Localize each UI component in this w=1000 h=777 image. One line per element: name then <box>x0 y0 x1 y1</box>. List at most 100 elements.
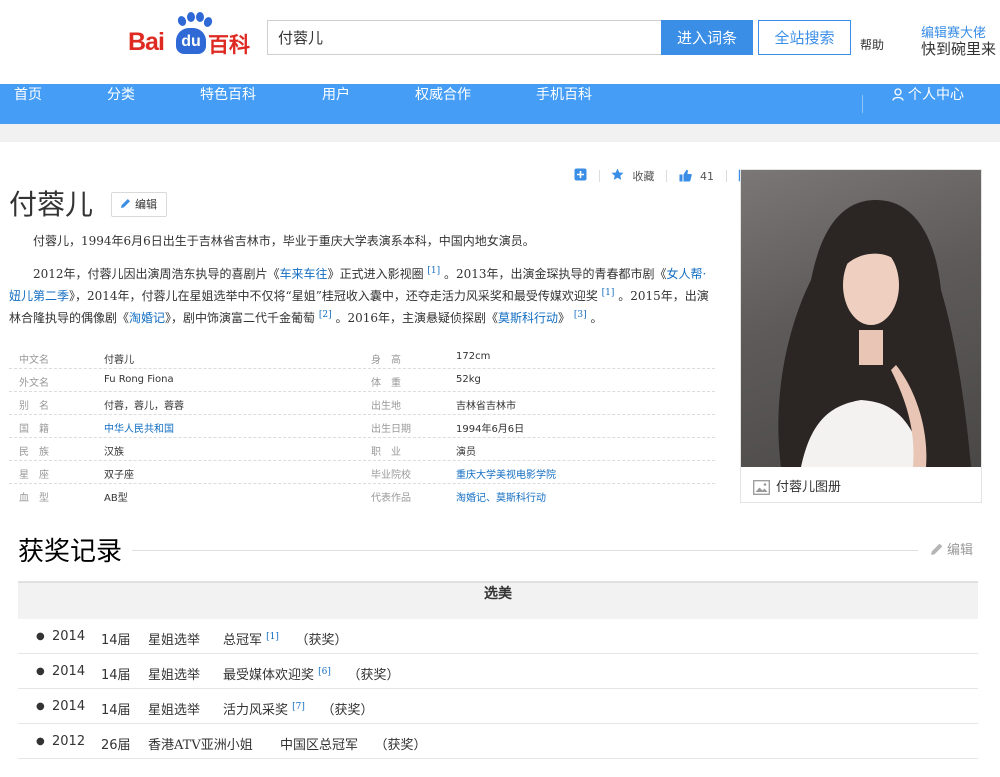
add-icon[interactable] <box>574 168 587 184</box>
info-value: 52kg <box>456 374 481 385</box>
user-icon <box>892 88 904 101</box>
reference-link[interactable]: [6] <box>318 667 331 677</box>
personal-center-link[interactable]: 个人中心 <box>892 84 964 124</box>
nav-item-category[interactable]: 分类 <box>107 84 135 124</box>
summary-paragraph: 付蓉儿，1994年6月6日出生于吉林省吉林市，毕业于重庆大学表演系本科，中国内地… <box>33 234 535 248</box>
info-key: 星 座 <box>19 470 49 481</box>
like-button[interactable]: 41 <box>679 169 714 183</box>
info-key: 身 高 <box>371 355 401 366</box>
search-all-button[interactable]: 全站搜索 <box>758 20 851 55</box>
help-link[interactable]: 帮助 <box>860 36 884 53</box>
link-tao-hun-ji[interactable]: 淘婚记 <box>129 311 165 325</box>
reference-link[interactable]: [3] <box>574 310 587 320</box>
nav-divider <box>862 95 863 113</box>
edit-label: 编辑 <box>135 198 157 211</box>
intro-text: 2012年，付蓉儿因出演周浩东执导的喜剧片《 <box>33 267 280 281</box>
award-session: 14届 <box>101 703 131 718</box>
info-key: 出生日期 <box>371 424 411 435</box>
reference-link[interactable]: [1] <box>266 632 279 642</box>
info-value: AB型 <box>104 493 128 504</box>
baidu-baike-logo[interactable]: Bai du 百科 <box>128 12 252 58</box>
info-value: 演员 <box>456 447 476 458</box>
toolbar-divider <box>725 170 727 182</box>
logo-paw-toe <box>176 14 188 28</box>
award-prize-line: 中国区总冠军 （获奖） <box>280 734 427 753</box>
logo-paw-toe <box>202 15 214 29</box>
bullet-icon: ● <box>36 631 45 642</box>
portrait-photo[interactable] <box>741 170 981 467</box>
link-mo-si-ke-xing-dong[interactable]: 莫斯科行动 <box>498 311 558 325</box>
info-row: 血 型 AB型 代表作品 淘婚记、莫斯科行动 <box>9 484 715 507</box>
search-input[interactable] <box>267 20 661 55</box>
info-value-link[interactable]: 重庆大学美视电影学院 <box>456 466 556 481</box>
photo-album-card[interactable]: 付蓉儿图册 <box>740 169 982 503</box>
info-row: 别 名 付蓉，蓉儿，蓉蓉 出生地 吉林省吉林市 <box>9 392 715 415</box>
photo-album-link[interactable]: 付蓉儿图册 <box>753 476 841 495</box>
info-key: 职 业 <box>371 447 401 458</box>
nav-item-featured[interactable]: 特色百科 <box>200 84 256 124</box>
awards-table: 选美 ● 2014 14届 星姐选举 总冠军 [1] （获奖） ● 2014 1… <box>18 581 978 759</box>
award-status: （获奖） <box>295 633 348 648</box>
info-value: 吉林省吉林市 <box>456 401 516 412</box>
award-year: 2014 <box>52 699 86 714</box>
album-icon <box>753 480 770 495</box>
info-row: 中文名 付蓉儿 身 高 172cm <box>9 346 715 369</box>
bullet-icon: ● <box>36 666 45 677</box>
logo-bai: Bai <box>128 28 165 56</box>
nav-item-users[interactable]: 用户 <box>322 84 350 124</box>
award-session: 14届 <box>101 668 131 683</box>
award-prize: 总冠军 <box>223 633 263 648</box>
logo-paw-toe <box>196 12 204 22</box>
basic-info-table: 中文名 付蓉儿 身 高 172cm 外文名 Fu Rong Fiona 体 重 … <box>9 346 715 507</box>
logo-paw-toe <box>187 12 195 22</box>
award-year: 2012 <box>52 734 86 749</box>
promo-text[interactable]: 快到碗里来 <box>921 38 996 59</box>
reference-link[interactable]: [1] <box>427 266 440 276</box>
info-value-link[interactable]: 中华人民共和国 <box>104 420 174 435</box>
award-year: 2014 <box>52 629 86 644</box>
info-key: 毕业院校 <box>371 470 411 481</box>
toolbar-divider <box>666 170 667 182</box>
enter-entry-button[interactable]: 进入词条 <box>661 20 753 55</box>
pencil-icon <box>931 543 943 555</box>
edit-button[interactable]: 编辑 <box>111 192 167 217</box>
toolbar-divider <box>598 170 600 182</box>
award-row: ● 2012 26届 香港ATV亚洲小姐 中国区总冠军 （获奖） <box>18 724 978 759</box>
bullet-icon: ● <box>36 736 45 747</box>
intro-text: 》，剧中饰演富二代千金葡萄 <box>165 311 316 325</box>
collect-button[interactable]: 收藏 <box>611 168 655 184</box>
intro-text: 》 <box>558 311 571 325</box>
award-prize-line: 最受媒体欢迎奖 [6] （获奖） <box>223 664 400 684</box>
nav-item-home[interactable]: 首页 <box>14 84 42 124</box>
info-key: 别 名 <box>19 401 49 412</box>
intro-paragraph: 2012年，付蓉儿因出演周浩东执导的喜剧片《车来车往》正式进入影视圈 [1] 。… <box>9 263 713 329</box>
award-event: 星姐选举 <box>148 668 201 683</box>
bullet-icon: ● <box>36 701 45 712</box>
intro-text: 》，2014年，付蓉儿在星姐选举中不仅将“星姐”桂冠收入囊中，还夺走活力风采奖和… <box>69 289 598 303</box>
entry-toolbar: 收藏 41 3 <box>574 168 767 184</box>
logo-baike: 百科 <box>208 33 250 57</box>
link-che-lai-che-wang[interactable]: 车来车往 <box>280 267 328 281</box>
award-event: 香港ATV亚洲小姐 <box>148 738 253 753</box>
info-value: 付蓉儿 <box>104 355 134 366</box>
reference-link[interactable]: [7] <box>292 702 305 712</box>
info-key: 民 族 <box>19 447 49 458</box>
intro-text: 。 <box>590 311 603 325</box>
info-key: 代表作品 <box>371 493 411 504</box>
award-prize: 最受媒体欢迎奖 <box>223 668 315 683</box>
nav-item-partners[interactable]: 权威合作 <box>415 84 471 124</box>
info-value-link[interactable]: 淘婚记、莫斯科行动 <box>456 489 546 504</box>
intro-text: 。2016年，主演悬疑侦探剧《 <box>335 311 498 325</box>
info-key: 国 籍 <box>19 424 49 435</box>
page-title: 付蓉儿 <box>9 188 94 221</box>
collect-label: 收藏 <box>632 170 655 183</box>
reference-link[interactable]: [1] <box>602 288 615 298</box>
info-row: 外文名 Fu Rong Fiona 体 重 52kg <box>9 369 715 392</box>
section-divider <box>18 550 918 551</box>
section-edit-button[interactable]: 编辑 <box>930 539 973 558</box>
section-title-awards: 获奖记录 <box>18 531 133 568</box>
award-status: （获奖） <box>347 668 400 683</box>
info-row: 星 座 双子座 毕业院校 重庆大学美视电影学院 <box>9 461 715 484</box>
reference-link[interactable]: [2] <box>319 310 332 320</box>
nav-item-mobile[interactable]: 手机百科 <box>536 84 592 124</box>
